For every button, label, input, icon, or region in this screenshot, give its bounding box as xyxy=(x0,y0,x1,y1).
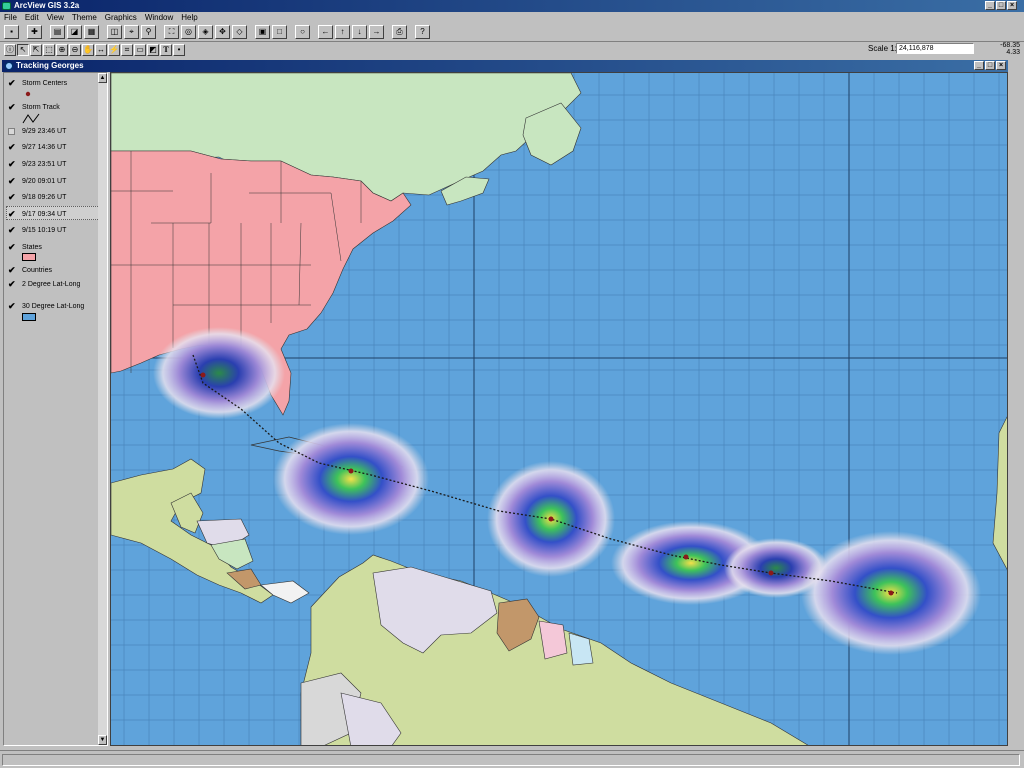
checkbox-icon[interactable]: ✔ xyxy=(8,226,16,235)
zoom-active-themes-icon[interactable]: ◎ xyxy=(181,25,196,39)
table-of-contents: ✔ Storm Centers ✔ Storm Track 9/29 23:46… xyxy=(3,72,108,746)
checkbox-icon[interactable]: ✔ xyxy=(8,79,16,88)
theme-properties-icon[interactable]: ▤ xyxy=(50,25,65,39)
print-icon[interactable]: ⎙ xyxy=(392,25,407,39)
storm-center-legend-icon xyxy=(25,91,31,97)
menu-theme[interactable]: Theme xyxy=(72,12,97,24)
menu-graphics[interactable]: Graphics xyxy=(105,12,137,24)
status-bar xyxy=(0,750,1024,768)
select-features-icon[interactable]: ▣ xyxy=(255,25,270,39)
view-title: Tracking Georges xyxy=(16,61,84,70)
view-icon xyxy=(5,62,13,70)
circle-select-icon[interactable]: ○ xyxy=(295,25,310,39)
area-of-interest-icon[interactable]: ⌗ xyxy=(121,43,133,56)
zoom-selected-icon[interactable]: ◈ xyxy=(198,25,213,39)
y-coordinate: 4.33 xyxy=(1006,49,1020,56)
pan-left-icon[interactable]: ← xyxy=(318,25,333,39)
clear-selection-icon[interactable]: □ xyxy=(272,25,287,39)
menu-edit[interactable]: Edit xyxy=(25,12,39,24)
vertex-edit-icon[interactable]: ⇱ xyxy=(30,43,42,56)
scale-label: Scale 1: xyxy=(868,44,897,53)
checkbox-icon[interactable]: ✔ xyxy=(8,103,16,112)
select-feature-icon[interactable]: ⬚ xyxy=(43,43,55,56)
view-title-bar: Tracking Georges xyxy=(2,60,1008,72)
hotlink-icon[interactable]: ⚡ xyxy=(108,43,120,56)
scroll-up-icon[interactable]: ▲ xyxy=(98,73,107,83)
storm-track-legend-icon xyxy=(22,113,40,124)
states-legend-swatch xyxy=(22,253,36,261)
status-message-area xyxy=(2,754,1020,766)
checkbox-icon[interactable]: ✔ xyxy=(8,177,16,186)
app-minimize-button[interactable]: _ xyxy=(985,1,995,10)
draw-point-icon[interactable]: • xyxy=(173,43,185,56)
menu-window[interactable]: Window xyxy=(145,12,173,24)
view-maximize-button[interactable]: □ xyxy=(985,61,995,70)
app-title: ArcView GIS 3.2a xyxy=(14,1,80,10)
storm-0927 xyxy=(153,327,285,419)
identify-icon[interactable]: ⓘ xyxy=(4,43,16,56)
locate-address-icon[interactable]: ⌖ xyxy=(124,25,139,39)
draw-shape-icon[interactable]: ◩ xyxy=(147,43,159,56)
add-theme-icon[interactable]: ✚ xyxy=(27,25,42,39)
cursor-coordinates: -68.35 4.33 xyxy=(1000,42,1020,56)
measure-icon[interactable]: ↔ xyxy=(95,43,107,56)
x-coordinate: -68.35 xyxy=(1000,42,1020,49)
zoom-full-extent-icon[interactable]: ⛶ xyxy=(164,25,179,39)
pan-down-icon[interactable]: ↓ xyxy=(352,25,367,39)
zoom-out-tool-icon[interactable]: ⊖ xyxy=(69,43,81,56)
help-icon[interactable]: ? xyxy=(415,25,430,39)
checkbox-icon[interactable]: ✔ xyxy=(8,243,16,252)
table-icon[interactable]: ▦ xyxy=(84,25,99,39)
app-close-button[interactable]: × xyxy=(1007,1,1017,10)
view-close-button[interactable]: × xyxy=(996,61,1006,70)
view-minimize-button[interactable]: _ xyxy=(974,61,984,70)
scale-input[interactable]: 24,116,878 xyxy=(896,43,974,54)
grid30-legend-swatch xyxy=(22,313,36,321)
checkbox-icon[interactable]: ✔ xyxy=(8,160,16,169)
text-tool-icon[interactable]: T xyxy=(160,43,172,56)
checkbox-icon[interactable] xyxy=(8,128,15,135)
checkbox-icon[interactable]: ✔ xyxy=(8,280,16,289)
zoom-in-icon[interactable]: ✥ xyxy=(215,25,230,39)
zoom-out-icon[interactable]: ◇ xyxy=(232,25,247,39)
checkbox-icon[interactable]: ✔ xyxy=(8,210,16,219)
edit-legend-icon[interactable]: ◪ xyxy=(67,25,82,39)
checkbox-icon[interactable]: ✔ xyxy=(8,193,16,202)
map-canvas[interactable] xyxy=(111,73,1008,746)
toc-scrollbar[interactable]: ▲ ▼ xyxy=(98,73,107,745)
view-right-scrollbar[interactable] xyxy=(1010,72,1022,746)
zoom-in-tool-icon[interactable]: ⊕ xyxy=(56,43,68,56)
app-maximize-button[interactable]: □ xyxy=(996,1,1006,10)
pan-hand-icon[interactable]: ✋ xyxy=(82,43,94,56)
pointer-icon[interactable]: ↖ xyxy=(17,43,29,56)
label-icon[interactable]: ▭ xyxy=(134,43,146,56)
menu-help[interactable]: Help xyxy=(181,12,197,24)
pan-up-icon[interactable]: ↑ xyxy=(335,25,350,39)
app-window-controls: _ □ × xyxy=(985,1,1017,10)
query-builder-icon[interactable]: ⚲ xyxy=(141,25,156,39)
checkbox-icon[interactable]: ✔ xyxy=(8,302,16,311)
checkbox-icon[interactable]: ✔ xyxy=(8,143,16,152)
find-icon[interactable]: ◫ xyxy=(107,25,122,39)
pan-right-icon[interactable]: → xyxy=(369,25,384,39)
view-window-controls: _ □ × xyxy=(974,61,1006,70)
arcview-app-icon xyxy=(2,2,11,10)
menu-file[interactable]: File xyxy=(4,12,17,24)
scroll-down-icon[interactable]: ▼ xyxy=(98,735,107,745)
menu-view[interactable]: View xyxy=(47,12,64,24)
button-bar: ▪ ✚ ▤ ◪ ▦ ◫ ⌖ ⚲ ⛶ ◎ ◈ ✥ ◇ ▣ □ ○ ← ↑ ↓ → … xyxy=(0,24,1024,40)
map-display[interactable] xyxy=(110,72,1008,746)
save-icon[interactable]: ▪ xyxy=(4,25,19,39)
checkbox-icon[interactable]: ✔ xyxy=(8,266,16,275)
storm-0923 xyxy=(273,423,429,535)
app-title-bar: ArcView GIS 3.2a xyxy=(0,0,1024,12)
menu-bar: File Edit View Theme Graphics Window Hel… xyxy=(0,12,1024,24)
